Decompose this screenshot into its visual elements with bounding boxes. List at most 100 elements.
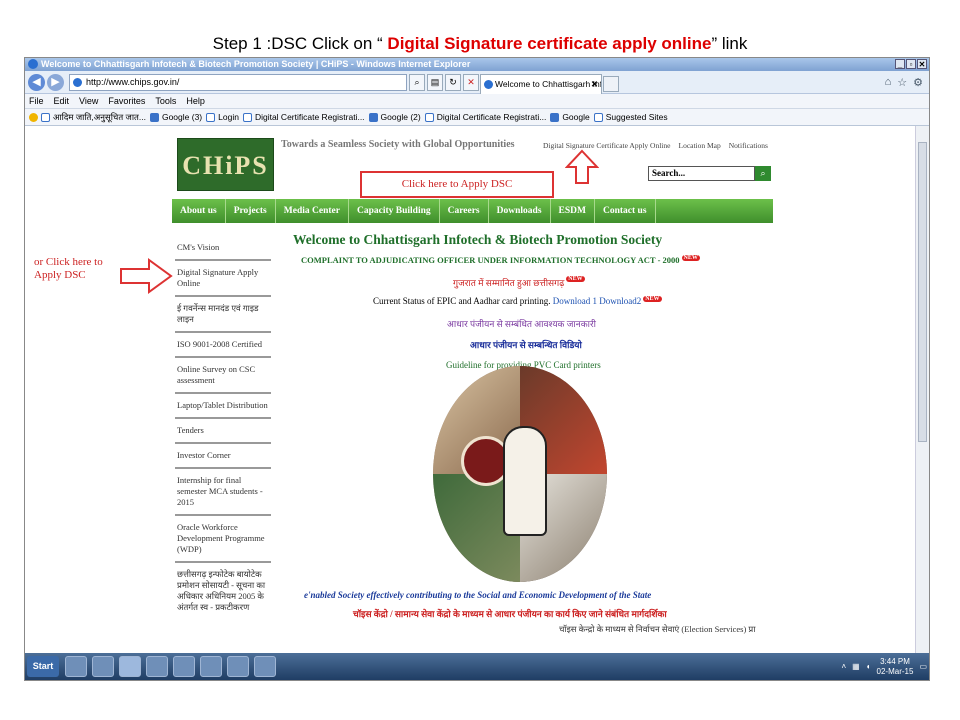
firefox-icon[interactable]: [146, 656, 168, 677]
browser-tab[interactable]: Welcome to Chhattisgarh Inf... ✕: [480, 74, 602, 94]
vertical-scrollbar[interactable]: [915, 126, 929, 655]
start-button[interactable]: Start: [27, 656, 59, 677]
sidebar-item-csc-survey[interactable]: Online Survey on CSC assessment: [175, 358, 271, 394]
sidebar-item-laptop[interactable]: Laptop/Tablet Distribution: [175, 394, 271, 419]
chrome-icon[interactable]: [173, 656, 195, 677]
favorites-bar-item[interactable]: Login: [206, 109, 239, 125]
sidebar-item-iso[interactable]: ISO 9001-2008 Certified: [175, 333, 271, 358]
new-badge: NEW: [681, 255, 700, 261]
favorites-bar-item[interactable]: Digital Certificate Registrati...: [242, 109, 365, 125]
annotation-right-arrow: [120, 258, 173, 294]
gujarat-link[interactable]: गुजरात में सम्मानित हुआ छत्तीसगढ़: [453, 278, 564, 288]
internet-explorer-taskbar-icon[interactable]: [119, 656, 141, 677]
browser-window: Welcome to Chhattisgarh Infotech & Biote…: [24, 57, 930, 681]
sidebar-item-egov-norms[interactable]: ई गवर्नेन्स मानदंड एवं गाइड लाइन: [175, 297, 271, 333]
favorites-bar-item[interactable]: Suggested Sites: [593, 109, 668, 125]
download2-link[interactable]: Download2: [599, 296, 641, 306]
favorites-bar-item[interactable]: Google (2): [368, 109, 421, 125]
enabled-society-text: e'nabled Society effectively contributin…: [304, 590, 652, 600]
sidebar-item-oracle[interactable]: Oracle Workforce Development Programme (…: [175, 516, 271, 563]
favorites-bar: आदिम जाति,अनुसूचित जात... Google (3) Log…: [25, 109, 929, 126]
minimize-button[interactable]: _: [895, 59, 905, 69]
media-player-icon[interactable]: [92, 656, 114, 677]
volume-icon[interactable]: ◖: [866, 662, 871, 671]
tab-page-icon: [484, 80, 493, 89]
nav-careers[interactable]: Careers: [440, 199, 489, 223]
dsc-apply-online-link[interactable]: Digital Signature Certificate Apply Onli…: [543, 141, 670, 150]
sidebar-item-internship[interactable]: Internship for final semester MCA studen…: [175, 469, 271, 516]
nav-about-us[interactable]: About us: [172, 199, 226, 223]
complaint-link[interactable]: COMPLAINT TO ADJUDICATING OFFICER UNDER …: [301, 255, 680, 265]
nav-esdm[interactable]: ESDM: [551, 199, 595, 223]
search-dropdown-icon[interactable]: ⌕: [409, 74, 425, 91]
slide-title-prefix: Step 1 :DSC Click on “: [212, 34, 388, 53]
favorites-bar-item[interactable]: Google (3): [149, 109, 202, 125]
sidebar-item-tenders[interactable]: Tenders: [175, 419, 271, 444]
nav-capacity-building[interactable]: Capacity Building: [349, 199, 440, 223]
favorite-label: Digital Certificate Registrati...: [436, 111, 547, 122]
annotation-box: Click here to Apply DSC: [360, 171, 554, 198]
menu-file[interactable]: File: [29, 94, 44, 108]
aadhar-info-link[interactable]: आधार पंजीयन से सम्बंधित आवश्यक जानकारी: [447, 317, 596, 330]
tray-expand-icon[interactable]: ˄: [841, 662, 846, 671]
site-tagline: Towards a Seamless Society with Global O…: [281, 139, 515, 150]
stop-icon[interactable]: ✕: [463, 74, 479, 91]
search-input[interactable]: Search...: [648, 166, 755, 181]
menu-help[interactable]: Help: [186, 94, 205, 108]
calculator-icon[interactable]: [227, 656, 249, 677]
sidebar-item-cm-vision[interactable]: CM's Vision: [175, 236, 271, 261]
forward-button[interactable]: ▶: [47, 74, 64, 91]
favorites-bar-item[interactable]: Google: [550, 109, 590, 125]
menu-favorites[interactable]: Favorites: [108, 94, 145, 108]
restore-button[interactable]: ▫: [906, 59, 916, 69]
refresh-icon[interactable]: ↻: [445, 74, 461, 91]
favorite-label: Google (2): [380, 111, 421, 122]
nav-downloads[interactable]: Downloads: [489, 199, 551, 223]
tools-gear-icon[interactable]: ⚙: [913, 76, 923, 89]
menu-tools[interactable]: Tools: [155, 94, 176, 108]
address-bar[interactable]: http://www.chips.gov.in/: [69, 74, 407, 91]
nav-media-center[interactable]: Media Center: [276, 199, 349, 223]
menu-view[interactable]: View: [79, 94, 98, 108]
show-desktop-icon[interactable]: ▭: [919, 662, 927, 671]
favorites-bar-item[interactable]: Digital Certificate Registrati...: [424, 109, 547, 125]
aadhar-video-link[interactable]: आधार पंजीयन से सम्बन्धित विडियो: [470, 338, 582, 351]
nav-contact-us[interactable]: Contact us: [595, 199, 656, 223]
clock-date: 02-Mar-15: [876, 666, 914, 676]
choice-centre-link[interactable]: चॉइस केंद्रो / सामान्य सेवा केंद्रो के म…: [353, 607, 667, 620]
welcome-heading: Welcome to Chhattisgarh Infotech & Biote…: [293, 232, 663, 247]
network-icon[interactable]: ▦: [852, 662, 860, 671]
search-button[interactable]: ⌕: [755, 166, 771, 181]
scrollbar-thumb[interactable]: [918, 142, 927, 442]
favorites-star-icon[interactable]: ☆: [897, 76, 907, 89]
clock[interactable]: 3:44 PM 02-Mar-15: [877, 657, 914, 677]
new-tab-button[interactable]: [603, 76, 619, 92]
favorite-label: Google: [562, 111, 590, 122]
location-map-link[interactable]: Location Map: [678, 141, 720, 150]
sidebar-item-dsc-apply-online[interactable]: Digital Signature Apply Online: [175, 261, 271, 297]
close-window-button[interactable]: ✕: [917, 59, 927, 69]
chips-logo[interactable]: CHiPS: [177, 138, 274, 191]
sidebar-item-investor[interactable]: Investor Corner: [175, 444, 271, 469]
explorer-icon[interactable]: [65, 656, 87, 677]
word-icon[interactable]: [254, 656, 276, 677]
compat-view-icon[interactable]: ▤: [427, 74, 443, 91]
slide-title-link-text: Digital Signature certificate apply onli…: [387, 34, 712, 53]
back-button[interactable]: ◀: [28, 74, 45, 91]
sidebar-item-rti[interactable]: छत्तीसगढ़ इन्फोटेक बायोटेक प्रमोशन सोसाय…: [175, 563, 271, 619]
page-icon: [206, 112, 216, 122]
tab-close-icon[interactable]: ✕: [591, 75, 598, 93]
folder-icon[interactable]: [200, 656, 222, 677]
search-icon: ⌕: [760, 168, 766, 178]
home-icon[interactable]: ⌂: [885, 76, 892, 89]
page-icon: [41, 112, 50, 122]
menu-edit[interactable]: Edit: [54, 94, 70, 108]
epic-status-text: Current Status of EPIC and Aadhar card p…: [373, 296, 551, 306]
menu-bar: File Edit View Favorites Tools Help: [25, 94, 929, 109]
nav-projects[interactable]: Projects: [226, 199, 276, 223]
notifications-link[interactable]: Notifications: [729, 141, 768, 150]
election-services-link[interactable]: चॉइस केन्द्रो के माध्यम से निर्वाचन सेवा…: [559, 624, 755, 635]
page-icon: [593, 112, 603, 122]
download1-link[interactable]: Download 1: [553, 296, 597, 306]
favorites-bar-item[interactable]: आदिम जाति,अनुसूचित जात...: [29, 109, 146, 125]
